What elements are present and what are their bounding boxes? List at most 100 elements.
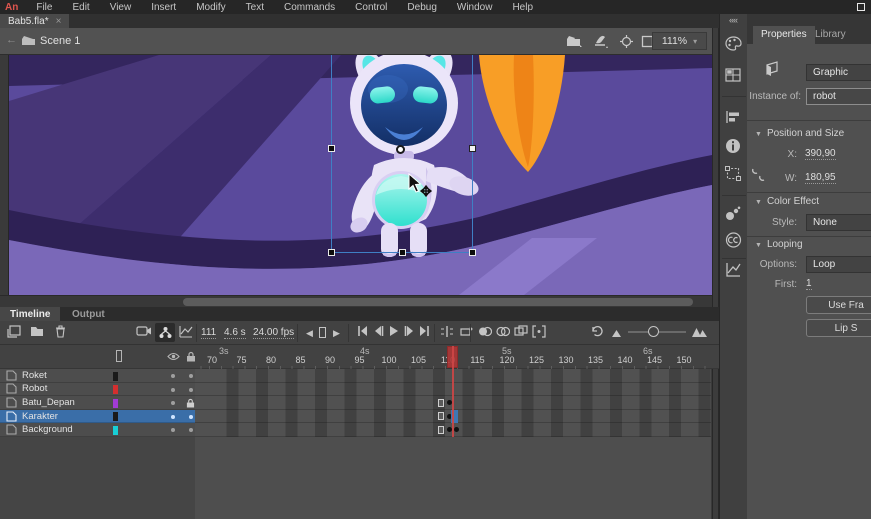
layer-locked-icon[interactable] bbox=[186, 398, 195, 408]
stage-horizontal-scrollbar[interactable] bbox=[0, 295, 719, 307]
info-panel-icon[interactable] bbox=[725, 138, 741, 154]
center-stage-icon[interactable] bbox=[620, 35, 633, 48]
current-frame-value[interactable]: 111 bbox=[201, 327, 216, 339]
layer-row-batu-depan[interactable]: Batu_Depan bbox=[0, 396, 195, 410]
menu-item-insert[interactable]: Insert bbox=[141, 2, 186, 13]
menu-item-modify[interactable]: Modify bbox=[186, 2, 235, 13]
window-maximize-icon[interactable] bbox=[857, 3, 865, 11]
first-frame-value[interactable]: 1 bbox=[806, 278, 812, 290]
collapse-panels-icon[interactable]: «« bbox=[729, 15, 737, 25]
color-panel-icon[interactable] bbox=[725, 36, 742, 51]
menu-item-commands[interactable]: Commands bbox=[274, 2, 345, 13]
layer-visibility-dot[interactable] bbox=[171, 401, 175, 405]
shrink-frames-icon[interactable] bbox=[612, 330, 621, 337]
layer-outline-swatch[interactable] bbox=[113, 372, 118, 381]
selection-bounding-box[interactable] bbox=[331, 55, 473, 253]
document-tab[interactable]: Bab5.fla* × bbox=[0, 14, 69, 28]
stage-vertical-scrollbar[interactable] bbox=[712, 28, 719, 519]
delete-layer-trash-icon[interactable] bbox=[55, 325, 66, 338]
layer-lock-dot[interactable] bbox=[189, 388, 193, 392]
symbol-type-select[interactable]: Graphic bbox=[806, 64, 871, 81]
camera-icon[interactable] bbox=[136, 325, 152, 337]
layer-row-karakter[interactable]: Karakter bbox=[0, 410, 195, 424]
layer-parenting-button[interactable] bbox=[155, 323, 175, 342]
tab-library[interactable]: Library bbox=[815, 26, 846, 40]
modify-markers-icon[interactable] bbox=[532, 325, 546, 338]
layer-lock-dot[interactable] bbox=[189, 415, 193, 419]
selection-handle-bottom-left[interactable] bbox=[328, 249, 335, 256]
swatches-panel-icon[interactable] bbox=[725, 68, 741, 82]
back-arrow-icon[interactable]: ← bbox=[6, 34, 17, 46]
transformation-point[interactable] bbox=[396, 145, 405, 154]
selection-handle-bottom-center[interactable] bbox=[399, 249, 406, 256]
new-layer-icon[interactable] bbox=[7, 325, 21, 338]
menu-item-file[interactable]: File bbox=[26, 2, 62, 13]
reset-timeline-zoom-icon[interactable] bbox=[590, 325, 604, 338]
edit-scene-icon[interactable] bbox=[567, 36, 582, 47]
selection-handle-right[interactable] bbox=[469, 145, 476, 152]
keyframe-span-end-marker[interactable] bbox=[438, 399, 444, 407]
section-looping[interactable]: ▼Looping bbox=[755, 239, 803, 250]
center-frame-icon[interactable] bbox=[440, 325, 454, 338]
onion-skin-outlines-icon[interactable] bbox=[496, 325, 510, 338]
keyframe-marker[interactable] bbox=[454, 427, 459, 432]
keyframe-span-end-marker[interactable] bbox=[438, 412, 444, 420]
selection-handle-left[interactable] bbox=[328, 145, 335, 152]
edit-symbols-icon[interactable] bbox=[594, 35, 608, 48]
scene-name[interactable]: Scene 1 bbox=[40, 35, 80, 47]
tab-properties[interactable]: Properties bbox=[753, 26, 815, 44]
menu-item-edit[interactable]: Edit bbox=[62, 2, 99, 13]
edit-multiple-frames-icon[interactable] bbox=[514, 325, 528, 338]
go-to-last-frame-icon[interactable] bbox=[419, 325, 430, 337]
layer-outline-swatch[interactable] bbox=[113, 399, 118, 408]
selection-handle-bottom-right[interactable] bbox=[469, 249, 476, 256]
step-forward-icon[interactable]: ▶ bbox=[333, 328, 340, 339]
go-to-first-frame-icon[interactable] bbox=[357, 325, 368, 337]
layer-visibility-dot[interactable] bbox=[171, 388, 175, 392]
menu-item-control[interactable]: Control bbox=[345, 2, 397, 13]
use-frame-picker-button[interactable]: Use Fra bbox=[806, 296, 871, 314]
menu-item-help[interactable]: Help bbox=[502, 2, 543, 13]
menu-item-text[interactable]: Text bbox=[236, 2, 274, 13]
step-back-icon[interactable]: ◀ bbox=[306, 328, 313, 339]
tab-output[interactable]: Output bbox=[62, 307, 115, 321]
eye-column-icon[interactable] bbox=[167, 352, 180, 361]
align-panel-icon[interactable] bbox=[725, 110, 741, 124]
layer-row-roket[interactable]: Roket bbox=[0, 369, 195, 383]
keyframe-span-end-marker[interactable] bbox=[438, 426, 444, 434]
layer-row-robot[interactable]: Robot bbox=[0, 383, 195, 397]
timeline-zoom-slider-knob[interactable] bbox=[648, 326, 659, 337]
color-style-select[interactable]: None bbox=[806, 214, 871, 231]
layer-visibility-dot[interactable] bbox=[171, 374, 175, 378]
playhead-box-icon[interactable] bbox=[319, 327, 326, 338]
instance-name-field[interactable]: robot bbox=[806, 88, 871, 105]
zoom-level-select[interactable]: 111% ▾ bbox=[652, 32, 707, 50]
step-back-one-frame-icon[interactable] bbox=[373, 325, 384, 337]
layer-visibility-dot[interactable] bbox=[171, 415, 175, 419]
history-panel-icon[interactable] bbox=[725, 262, 741, 277]
loop-options-select[interactable]: Loop bbox=[806, 256, 871, 273]
layer-outline-swatch[interactable] bbox=[113, 426, 118, 435]
play-icon[interactable] bbox=[389, 325, 399, 337]
step-forward-one-frame-icon[interactable] bbox=[404, 325, 415, 337]
new-folder-icon[interactable] bbox=[30, 325, 44, 337]
outline-column-icon[interactable] bbox=[116, 350, 122, 362]
transform-panel-icon[interactable] bbox=[725, 166, 741, 181]
layer-outline-swatch[interactable] bbox=[113, 412, 118, 421]
enlarge-frames-icon[interactable] bbox=[692, 328, 707, 337]
x-value[interactable]: 390,90 bbox=[805, 148, 836, 160]
show-layer-depth-icon[interactable] bbox=[179, 325, 193, 338]
elapsed-time-value[interactable]: 4.6 s bbox=[224, 327, 246, 339]
menu-item-window[interactable]: Window bbox=[447, 2, 503, 13]
layer-lock-dot[interactable] bbox=[189, 428, 193, 432]
tab-timeline[interactable]: Timeline bbox=[0, 307, 60, 321]
layer-lock-dot[interactable] bbox=[189, 374, 193, 378]
layer-row-background[interactable]: Background bbox=[0, 423, 195, 437]
onion-skin-icon[interactable] bbox=[478, 325, 492, 338]
scrollbar-thumb[interactable] bbox=[183, 298, 693, 306]
brush-library-panel-icon[interactable] bbox=[725, 206, 741, 221]
close-document-icon[interactable]: × bbox=[56, 16, 62, 27]
lip-syncing-button[interactable]: Lip S bbox=[806, 319, 871, 337]
section-color-effect[interactable]: ▼Color Effect bbox=[755, 196, 819, 207]
cc-libraries-panel-icon[interactable] bbox=[725, 232, 742, 248]
